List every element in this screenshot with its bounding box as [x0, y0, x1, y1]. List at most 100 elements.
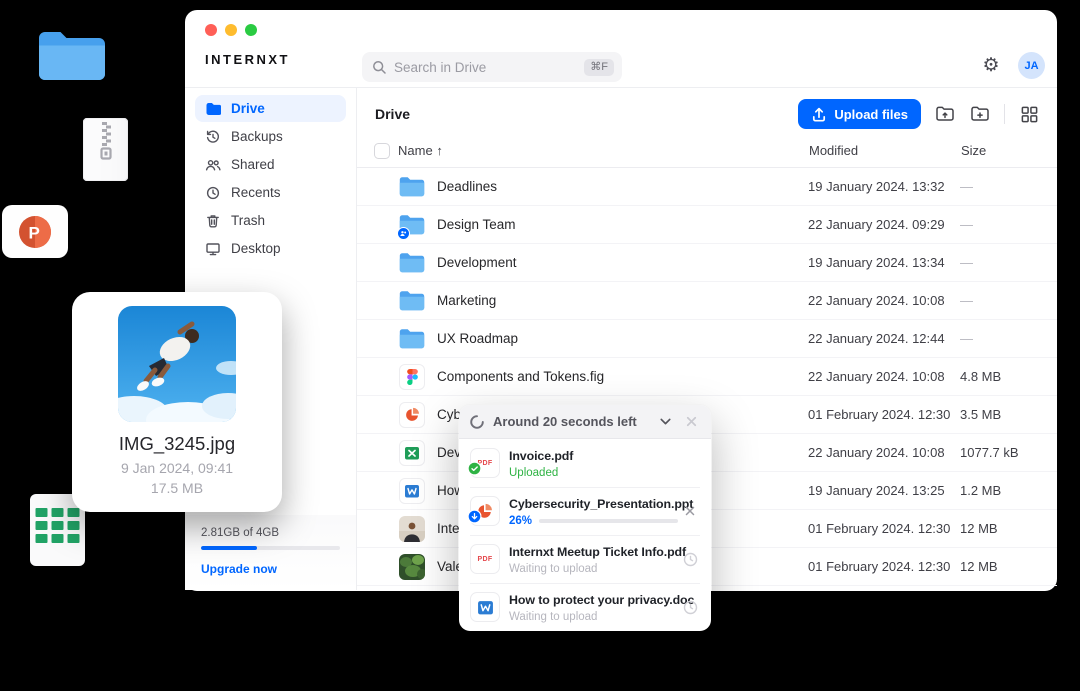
row-modified: 19 January 2024. 13:32	[808, 179, 960, 194]
internxt-logo: INTERNXT	[205, 52, 290, 67]
trash-icon	[205, 213, 221, 229]
table-row[interactable]: Development19 January 2024. 13:34—	[357, 244, 1057, 282]
folder-icon	[399, 174, 425, 200]
upload-progress-bar	[539, 519, 678, 523]
close-window-button[interactable]	[205, 24, 217, 36]
table-row[interactable]: Marketing22 January 2024. 10:08—	[357, 282, 1057, 320]
backups-icon	[205, 129, 221, 145]
minimize-window-button[interactable]	[225, 24, 237, 36]
search-icon	[372, 60, 386, 74]
powerpoint-file-icon	[399, 402, 425, 428]
folder-icon	[399, 250, 425, 276]
row-modified: 01 February 2024. 12:30	[808, 559, 960, 574]
word-file-icon	[470, 592, 500, 622]
row-size: 4.8 MB	[960, 369, 1057, 384]
sidebar-item-label: Desktop	[231, 241, 281, 256]
row-name: Deadlines	[437, 179, 808, 194]
upload-item-name: How to protect your privacy.doc	[509, 593, 694, 607]
table-header: Name ↑ Modified Size	[357, 140, 1057, 168]
upgrade-now-link[interactable]: Upgrade now	[201, 562, 340, 576]
photo-thumbnail	[399, 554, 425, 580]
sidebar-item-drive[interactable]: Drive	[195, 95, 346, 122]
pdf-icon: PDF	[478, 556, 493, 563]
new-folder-button[interactable]	[969, 103, 991, 125]
avatar[interactable]: JA	[1018, 52, 1045, 79]
sidebar-item-label: Shared	[231, 157, 275, 172]
upload-item: PDF Internxt Meetup Ticket Info.pdf Waitin…	[459, 535, 711, 583]
shared-folder-icon	[399, 212, 425, 238]
column-header-size: Size	[961, 143, 986, 158]
table-row[interactable]: Components and Tokens.fig22 January 2024…	[357, 358, 1057, 396]
upload-item: PDFInvoice.pdfUploaded	[459, 439, 711, 487]
column-header-modified: Modified	[809, 143, 858, 158]
upload-panel-header: Around 20 seconds left	[459, 405, 711, 439]
row-name: UX Roadmap	[437, 331, 808, 346]
sidebar-item-backups[interactable]: Backups	[195, 123, 346, 150]
photo-thumbnail	[399, 516, 425, 542]
toolbar-divider	[1004, 104, 1005, 124]
pending-clock-icon	[680, 549, 700, 569]
storage-progress-bar	[201, 546, 340, 550]
upload-icon	[811, 106, 827, 122]
breadcrumb: Drive	[375, 106, 410, 122]
zoom-window-button[interactable]	[245, 24, 257, 36]
row-size: 12 MB	[960, 521, 1057, 536]
row-modified: 22 January 2024. 10:08	[808, 293, 960, 308]
upload-item: Cybersecurity_Presentation.ppt26%	[459, 487, 711, 535]
upload-item-name: Internxt Meetup Ticket Info.pdf	[509, 545, 686, 559]
table-row[interactable]: UX Roadmap22 January 2024. 12:44—	[357, 320, 1057, 358]
row-size: 12 MB	[960, 559, 1057, 574]
upload-item-status: Uploaded	[509, 467, 558, 479]
storage-usage-label: 2.81GB of 4GB	[201, 527, 340, 539]
upload-item-status: Waiting to upload	[509, 563, 597, 575]
upload-percent: 26%	[509, 515, 532, 527]
settings-gear-icon[interactable]: ⚙	[980, 55, 1002, 77]
search-shortcut-badge: ⌘F	[584, 59, 614, 76]
sidebar-item-trash[interactable]: Trash	[195, 207, 346, 234]
uploaded-check-icon	[467, 461, 482, 481]
row-size: —	[960, 217, 1057, 232]
cancel-upload-button[interactable]	[680, 501, 700, 521]
column-header-name[interactable]: Name ↑	[398, 143, 443, 158]
select-all-checkbox[interactable]	[374, 143, 390, 159]
storage-widget: 2.81GB of 4GB Upgrade now	[185, 515, 356, 590]
sidebar-item-label: Recents	[231, 185, 281, 200]
upload-folder-button[interactable]	[934, 103, 956, 125]
row-name: Design Team	[437, 217, 808, 232]
shared-icon	[205, 157, 221, 173]
upload-progress-panel: Around 20 seconds left PDFInvoice.pdfUpl…	[458, 404, 712, 632]
preview-filename: IMG_3245.jpg	[72, 433, 282, 455]
row-name: Marketing	[437, 293, 808, 308]
sidebar-item-recents[interactable]: Recents	[195, 179, 346, 206]
collapse-panel-button[interactable]	[655, 412, 675, 432]
upload-eta-label: Around 20 seconds left	[493, 414, 649, 429]
table-row[interactable]: Design Team22 January 2024. 09:29—	[357, 206, 1057, 244]
row-name: Development	[437, 255, 808, 270]
zip-file-icon[interactable]	[83, 118, 128, 186]
sidebar-item-shared[interactable]: Shared	[195, 151, 346, 178]
pending-clock-icon	[680, 597, 700, 617]
search-input[interactable]	[394, 60, 584, 75]
sidebar-item-desktop[interactable]: Desktop	[195, 235, 346, 262]
drive-icon	[205, 101, 221, 117]
upload-files-button[interactable]: Upload files	[798, 99, 921, 129]
table-row[interactable]: Deadlines19 January 2024. 13:32—	[357, 168, 1057, 206]
close-panel-button[interactable]	[681, 412, 701, 432]
row-modified: 01 February 2024. 12:30	[808, 407, 960, 422]
row-size: 1.2 MB	[960, 483, 1057, 498]
powerpoint-file-icon[interactable]: P	[2, 205, 68, 258]
row-modified: 22 January 2024. 09:29	[808, 217, 960, 232]
search-bar[interactable]: ⌘F	[362, 52, 622, 82]
row-modified: 22 January 2024. 10:08	[808, 369, 960, 384]
desktop-folder-icon[interactable]	[37, 26, 107, 91]
excel-file-icon	[399, 440, 425, 466]
row-size: 1077.7 kB	[960, 445, 1057, 460]
figma-file-icon	[399, 364, 425, 390]
pdf-file-icon: PDF	[470, 544, 500, 574]
image-thumbnail	[118, 306, 236, 422]
row-size: 3.5 MB	[960, 407, 1057, 422]
image-preview-card[interactable]: IMG_3245.jpg 9 Jan 2024, 09:41 17.5 MB	[72, 292, 282, 512]
window-topbar: INTERNXT ⌘F ⚙ JA	[185, 10, 1057, 88]
grid-view-button[interactable]	[1018, 103, 1040, 125]
row-size: —	[960, 293, 1057, 308]
